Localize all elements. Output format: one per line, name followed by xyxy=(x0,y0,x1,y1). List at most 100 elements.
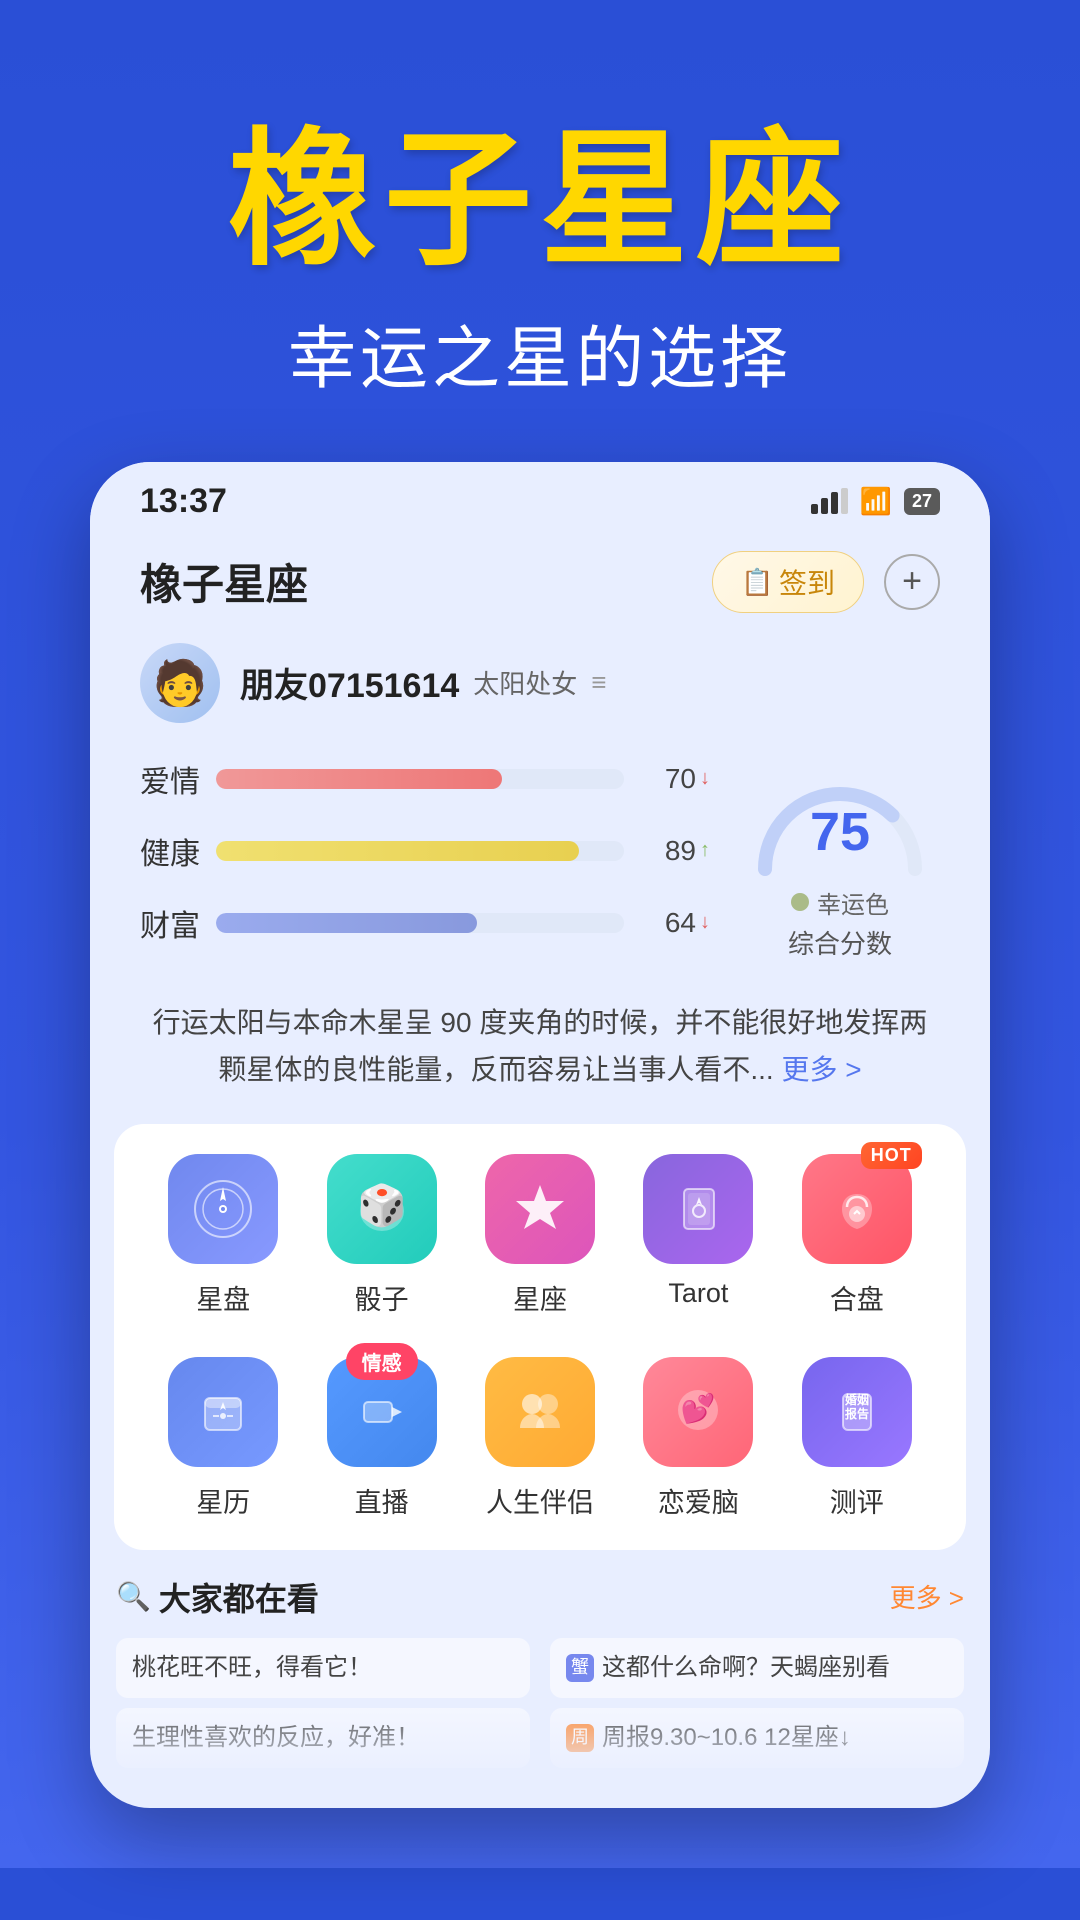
stat-row-health: 健康 89 ↑ xyxy=(140,829,710,873)
stat-bar-health-fill xyxy=(216,841,579,861)
feature-item-dice[interactable]: 🎲 骰子 xyxy=(312,1154,452,1317)
hot-badge: HOT xyxy=(861,1142,922,1169)
header-actions: 📋 签到 + xyxy=(712,551,940,613)
feature-label-lovenao: 恋爱脑 xyxy=(658,1481,739,1520)
trending-more-link[interactable]: 更多 > xyxy=(890,1578,964,1615)
trending-item-1[interactable]: 桃花旺不旺，得看它！ xyxy=(116,1638,530,1698)
app-header: 橡子星座 📋 签到 + xyxy=(90,531,990,633)
svg-text:报告: 报告 xyxy=(845,1406,869,1421)
username: 朋友07151614 xyxy=(240,658,459,707)
emotion-badge: 情感 xyxy=(346,1343,418,1380)
battery-indicator: 27 xyxy=(904,488,940,515)
gauge-container: 75 xyxy=(745,769,935,879)
feature-icon-partner xyxy=(485,1357,595,1467)
feature-label-partner: 人生伴侣 xyxy=(486,1481,594,1520)
feature-item-tarot[interactable]: Tarot xyxy=(628,1154,768,1317)
svg-text:💕: 💕 xyxy=(681,1392,716,1425)
lucky-label: 幸运色 xyxy=(817,885,889,920)
trend-up-health: ↑ xyxy=(700,839,710,862)
lucky-color-row: 幸运色 xyxy=(791,885,889,920)
user-info: 朋友07151614 太阳处女 ≡ xyxy=(240,658,606,707)
feature-row-1: 星盘 🎲 骰子 xyxy=(144,1134,936,1337)
wifi-icon: 📶 xyxy=(860,486,892,517)
feature-grid: 星盘 🎲 骰子 xyxy=(114,1124,966,1550)
trend-down-wealth: ↓ xyxy=(700,911,710,934)
feature-label-dice: 骰子 xyxy=(355,1278,409,1317)
trending-item-2[interactable]: 蟹 这都什么命啊？天蝎座别看 xyxy=(550,1638,964,1698)
trending-row-1: 桃花旺不旺，得看它！ 蟹 这都什么命啊？天蝎座别看 xyxy=(116,1638,964,1698)
stats-bars: 爱情 70 ↓ 健康 89 ↑ xyxy=(140,757,710,973)
feature-item-lovenao[interactable]: 💕 恋爱脑 xyxy=(628,1357,768,1520)
feature-label-ceping: 测评 xyxy=(830,1481,884,1520)
feature-icon-tarot xyxy=(643,1154,753,1264)
zodiac-tag: 太阳处女 xyxy=(473,664,577,701)
score-gauge: 75 幸运色 综合分数 xyxy=(740,757,940,973)
avatar: 🧑 xyxy=(140,643,220,723)
feature-icon-hepan: HOT xyxy=(802,1154,912,1264)
feature-item-xingli[interactable]: 星历 xyxy=(153,1357,293,1520)
stat-bar-love-fill xyxy=(216,769,502,789)
description-text: 行运太阳与本命木星呈 90 度夹角的时候，并不能很好地发挥两颗星体的良性能量，反… xyxy=(90,983,990,1124)
status-bar: 13:37 📶 27 xyxy=(90,462,990,531)
feature-row-2: 星历 情感 直播 xyxy=(144,1337,936,1540)
trending-search-icon: 🔍 xyxy=(116,1580,151,1613)
checkin-icon: 📋 xyxy=(741,567,771,597)
feature-icon-ceping: 婚姻 报告 xyxy=(802,1357,912,1467)
score-label: 综合分数 xyxy=(788,924,892,961)
trending-section: 🔍 大家都在看 更多 > 桃花旺不旺，得看它！ 蟹 这都什么命啊？天蝎座别看 xyxy=(90,1550,990,1778)
svg-text:婚姻: 婚姻 xyxy=(845,1392,869,1407)
stats-section: 爱情 70 ↓ 健康 89 ↑ xyxy=(90,747,990,983)
user-profile: 🧑 朋友07151614 太阳处女 ≡ xyxy=(90,633,990,747)
stat-value-health: 89 ↑ xyxy=(640,835,710,867)
trending-header: 🔍 大家都在看 更多 > xyxy=(116,1574,964,1620)
feature-icon-xingli xyxy=(168,1357,278,1467)
hero-subtitle: 幸运之星的选择 xyxy=(60,303,1020,402)
lucky-dot xyxy=(791,893,809,911)
hero-title: 橡子星座 xyxy=(60,120,1020,283)
feature-label-xingli: 星历 xyxy=(196,1481,250,1520)
app-logo: 橡子星座 xyxy=(140,551,308,612)
svg-text:🎲: 🎲 xyxy=(357,1182,407,1228)
feature-item-hepan[interactable]: HOT 合盘 xyxy=(787,1154,927,1317)
stat-value-love: 70 ↓ xyxy=(640,763,710,795)
add-button[interactable]: + xyxy=(884,554,940,610)
stat-bar-love-container xyxy=(216,769,624,789)
more-link[interactable]: 更多 > xyxy=(781,1054,861,1085)
trend-down-love: ↓ xyxy=(700,767,710,790)
feature-icon-dice: 🎲 xyxy=(327,1154,437,1264)
stat-row-wealth: 财富 64 ↓ xyxy=(140,901,710,945)
stat-bar-wealth-container xyxy=(216,913,624,933)
feature-icon-constellation xyxy=(485,1154,595,1264)
feature-label-tarot: Tarot xyxy=(668,1278,728,1309)
stat-label-love: 爱情 xyxy=(140,757,200,801)
status-icons: 📶 27 xyxy=(811,486,940,517)
feature-label-xingpan: 星盘 xyxy=(196,1278,250,1317)
hero-section: 橡子星座 幸运之星的选择 13:37 📶 27 橡子星座 xyxy=(0,0,1080,1868)
feature-icon-live: 情感 xyxy=(327,1357,437,1467)
feature-icon-xingpan xyxy=(168,1154,278,1264)
checkin-button[interactable]: 📋 签到 xyxy=(712,551,864,613)
status-time: 13:37 xyxy=(140,482,227,521)
feature-label-hepan: 合盘 xyxy=(830,1278,884,1317)
feature-item-ceping[interactable]: 婚姻 报告 测评 xyxy=(787,1357,927,1520)
gauge-score: 75 xyxy=(810,801,870,863)
plus-icon: + xyxy=(902,562,922,601)
feature-label-live: 直播 xyxy=(355,1481,409,1520)
stat-bar-health-container xyxy=(216,841,624,861)
feature-label-constellation: 星座 xyxy=(513,1278,567,1317)
feature-item-partner[interactable]: 人生伴侣 xyxy=(470,1357,610,1520)
trending-tag-crab: 蟹 xyxy=(566,1654,594,1682)
feature-item-constellation[interactable]: 星座 xyxy=(470,1154,610,1317)
stat-row-love: 爱情 70 ↓ xyxy=(140,757,710,801)
stat-value-wealth: 64 ↓ xyxy=(640,907,710,939)
phone-mockup: 13:37 📶 27 橡子星座 📋 签到 xyxy=(90,462,990,1808)
stat-label-wealth: 财富 xyxy=(140,901,200,945)
settings-icon[interactable]: ≡ xyxy=(591,667,606,698)
stat-bar-wealth-fill xyxy=(216,913,477,933)
feature-item-live[interactable]: 情感 直播 xyxy=(312,1357,452,1520)
checkin-label: 签到 xyxy=(779,562,835,602)
signal-icon xyxy=(811,488,848,514)
fade-overlay xyxy=(90,1698,990,1778)
feature-item-xingpan[interactable]: 星盘 xyxy=(153,1154,293,1317)
trending-title: 🔍 大家都在看 xyxy=(116,1574,319,1620)
